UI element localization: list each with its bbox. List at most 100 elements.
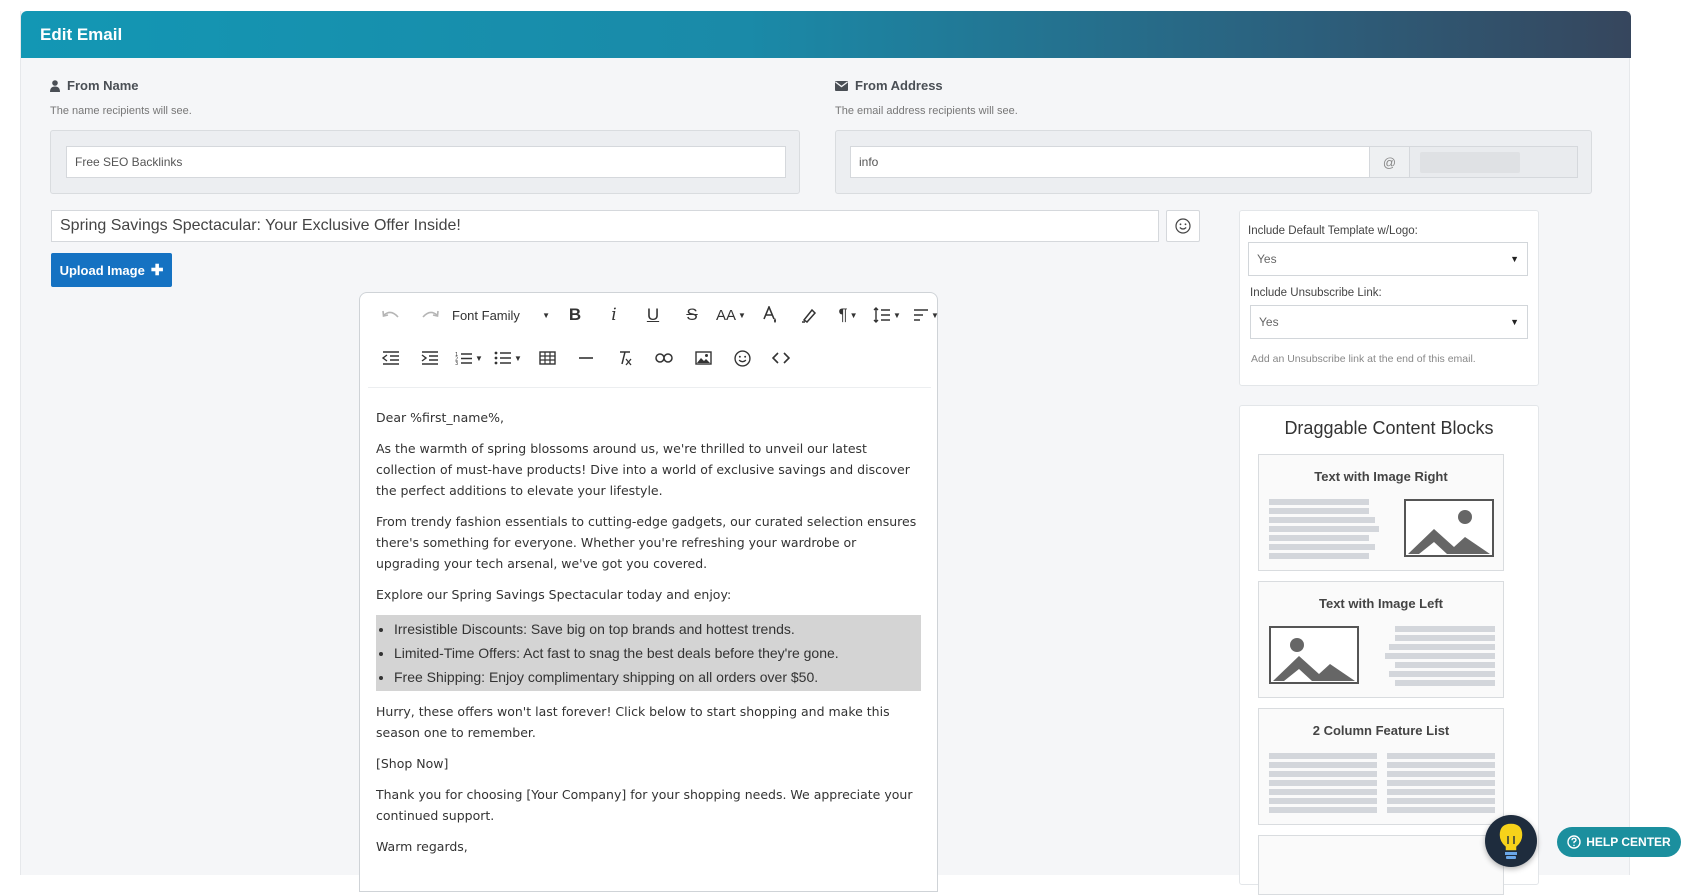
at-addon: @ xyxy=(1370,146,1410,178)
image-icon xyxy=(694,351,712,365)
redo-button[interactable] xyxy=(413,300,447,330)
italic-icon: i xyxy=(611,305,617,325)
email-body[interactable]: Dear %first_name%, As the warmth of spri… xyxy=(376,407,921,867)
from-address-well: @ xyxy=(835,130,1592,194)
question-circle-icon xyxy=(1567,835,1581,849)
indent-button[interactable] xyxy=(413,343,447,373)
edit-email-page: Edit Email From Name The name recipients… xyxy=(20,11,1631,895)
envelope-icon xyxy=(835,80,848,91)
two-column-list-icon xyxy=(1269,753,1495,813)
caret-down-icon: ▼ xyxy=(1510,317,1519,327)
from-address-input[interactable] xyxy=(850,146,1370,178)
body-paragraph-2: From trendy fashion essentials to cuttin… xyxy=(376,514,917,571)
upload-image-button[interactable]: Upload Image ✚ xyxy=(51,253,172,287)
lightbulb-button[interactable] xyxy=(1485,815,1537,867)
email-editor: Font Family ▼ B i U S AA ▼ ¶ ▼ ▼ ▼ 1 2 3… xyxy=(359,292,939,892)
caret-down-icon: ▼ xyxy=(542,310,550,320)
insert-link-button[interactable] xyxy=(647,343,681,373)
subject-emoji-button[interactable] xyxy=(1166,210,1200,242)
strikethrough-button[interactable]: S xyxy=(675,300,709,330)
undo-button[interactable] xyxy=(374,300,408,330)
toolbar-row-2: 123 ▼ ▼ xyxy=(374,343,803,373)
font-size-button[interactable]: AA ▼ xyxy=(714,300,748,330)
user-icon xyxy=(50,79,60,92)
highlight-button[interactable] xyxy=(792,300,826,330)
signoff-text: Warm regards, xyxy=(376,839,468,854)
bold-button[interactable]: B xyxy=(558,300,592,330)
template-label: Include Default Template w/Logo: xyxy=(1248,225,1418,237)
text-image-left-icon xyxy=(1269,626,1495,686)
bullet-list-icon xyxy=(494,351,512,365)
body-paragraph-4: Hurry, these offers won't last forever! … xyxy=(376,704,890,740)
underline-icon: U xyxy=(646,305,660,324)
insert-image-button[interactable] xyxy=(686,343,720,373)
indent-icon xyxy=(421,351,438,365)
underline-button[interactable]: U xyxy=(636,300,670,330)
unsubscribe-help: Add an Unsubscribe link at the end of th… xyxy=(1251,353,1476,365)
block-two-column-list[interactable]: 2 Column Feature List xyxy=(1258,708,1504,825)
clear-format-icon xyxy=(620,351,632,366)
from-name-help: The name recipients will see. xyxy=(50,105,192,117)
line-height-icon xyxy=(873,307,891,323)
undo-icon xyxy=(382,310,399,318)
block-text-image-right[interactable]: Text with Image Right xyxy=(1258,454,1504,571)
code-icon xyxy=(772,352,790,364)
body-paragraph-6: Thank you for choosing [Your Company] fo… xyxy=(376,787,913,823)
domain-select[interactable] xyxy=(1410,146,1578,178)
bold-icon: B xyxy=(568,305,582,324)
toolbar-row-1: Font Family ▼ B i U S AA ▼ ¶ ▼ ▼ ▼ xyxy=(374,300,948,330)
plus-icon: ✚ xyxy=(150,262,164,279)
template-select[interactable]: Yes ▼ xyxy=(1248,242,1528,276)
block-next[interactable] xyxy=(1258,835,1504,895)
code-view-button[interactable] xyxy=(764,343,798,373)
lightbulb-icon xyxy=(1498,822,1524,859)
shop-now-text: [Shop Now] xyxy=(376,756,449,771)
outdent-button[interactable] xyxy=(374,343,408,373)
horizontal-line-icon xyxy=(579,357,593,359)
toolbar-divider xyxy=(368,387,931,388)
outdent-icon xyxy=(382,351,399,365)
from-address-help: The email address recipients will see. xyxy=(835,105,1018,117)
greeting-text: Dear %first_name%, xyxy=(376,410,504,425)
selected-bullet-list: Irresistible Discounts: Save big on top … xyxy=(376,615,921,691)
italic-button[interactable]: i xyxy=(597,300,631,330)
emoticon-button[interactable] xyxy=(725,343,759,373)
pilcrow-icon: ¶ xyxy=(838,305,848,324)
email-settings-panel: Include Default Template w/Logo: Yes ▼ I… xyxy=(1239,210,1539,386)
table-button[interactable] xyxy=(530,343,564,373)
font-size-icon: AA xyxy=(716,306,737,324)
redo-icon xyxy=(422,310,439,318)
ordered-list-icon: 123 xyxy=(455,352,473,365)
smiley-icon xyxy=(1175,218,1191,234)
unordered-list-button[interactable]: ▼ xyxy=(491,343,525,373)
list-item: Free Shipping: Enjoy complimentary shipp… xyxy=(394,665,921,689)
line-height-button[interactable]: ▼ xyxy=(870,300,904,330)
caret-down-icon: ▼ xyxy=(1510,254,1519,264)
highlighter-icon xyxy=(802,308,817,323)
horizontal-line-button[interactable] xyxy=(569,343,603,373)
from-name-input[interactable] xyxy=(66,146,786,178)
align-left-icon xyxy=(914,309,929,321)
unsubscribe-label: Include Unsubscribe Link: xyxy=(1250,287,1382,299)
domain-redacted xyxy=(1420,152,1520,173)
unsubscribe-select[interactable]: Yes ▼ xyxy=(1250,305,1528,339)
content-blocks-panel: Draggable Content Blocks Text with Image… xyxy=(1239,405,1539,895)
blocks-title: Draggable Content Blocks xyxy=(1284,418,1494,438)
text-color-button[interactable] xyxy=(753,300,787,330)
block-text-image-left[interactable]: Text with Image Left xyxy=(1258,581,1504,698)
subject-input[interactable] xyxy=(51,210,1159,242)
clear-format-button[interactable] xyxy=(608,343,642,373)
help-center-button[interactable]: HELP CENTER xyxy=(1557,827,1681,857)
list-item: Irresistible Discounts: Save big on top … xyxy=(394,617,921,641)
page-title: Edit Email xyxy=(40,25,123,44)
smiley-icon xyxy=(733,349,751,367)
from-name-label: From Name xyxy=(50,78,139,93)
body-paragraph-3: Explore our Spring Savings Spectacular t… xyxy=(376,587,732,602)
ordered-list-button[interactable]: 123 ▼ xyxy=(452,343,486,373)
list-item: Limited-Time Offers: Act fast to snag th… xyxy=(394,641,921,665)
align-button[interactable]: ▼ xyxy=(909,300,943,330)
paragraph-button[interactable]: ¶ ▼ xyxy=(831,300,865,330)
font-family-dropdown[interactable]: Font Family ▼ xyxy=(452,300,552,330)
text-image-right-icon xyxy=(1269,499,1494,559)
page-header: Edit Email xyxy=(21,11,1631,58)
